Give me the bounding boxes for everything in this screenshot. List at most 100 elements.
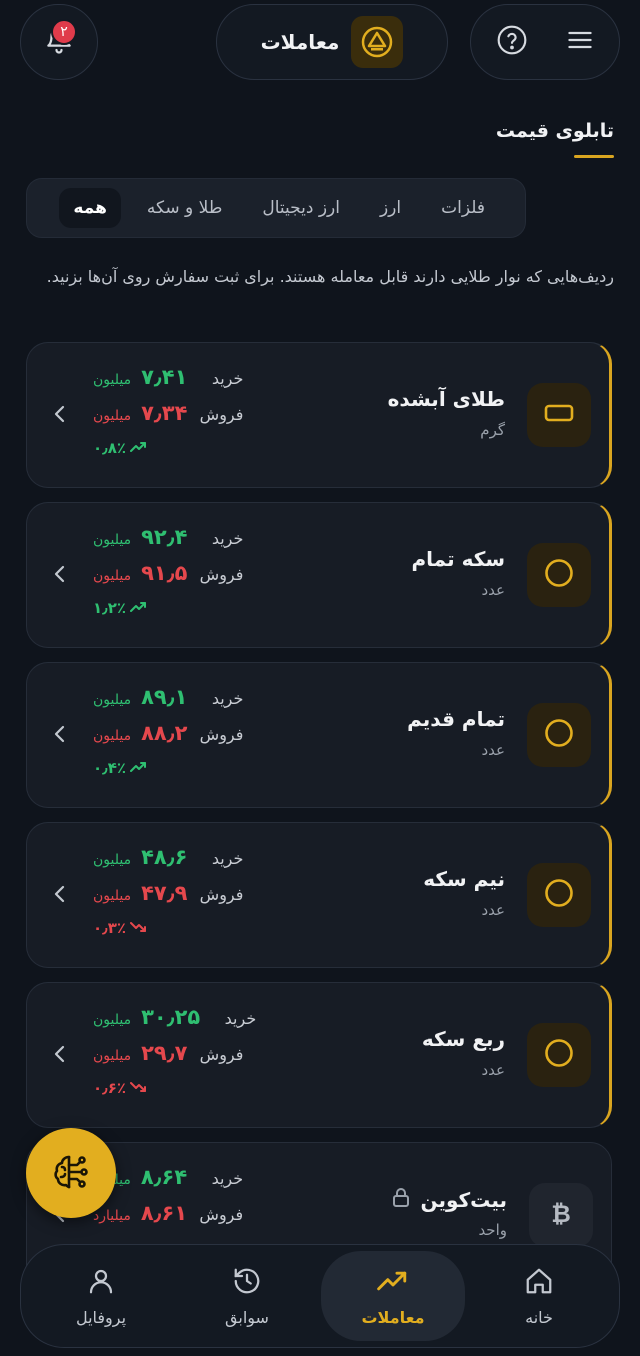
nav-home-label: خانه <box>525 1307 553 1327</box>
change-percent: ۰٫۳٪ <box>93 919 148 937</box>
history-icon <box>232 1266 262 1300</box>
asset-name: سکه تمام <box>412 547 505 571</box>
asset-name: تمام قدیم <box>407 707 505 731</box>
buy-price: ۹۲٫۴ <box>141 525 188 549</box>
nav-home[interactable]: خانه <box>469 1245 609 1347</box>
notifications-button[interactable]: ۲ <box>20 4 98 80</box>
header-title-pill: معاملات <box>216 4 448 80</box>
tab-crypto[interactable]: ارز دیجیتال <box>248 188 354 228</box>
sell-price: ۷٫۳۴ <box>141 401 188 425</box>
sell-label: فروش <box>199 1205 244 1224</box>
asset-name: ربع سکه <box>422 1027 505 1051</box>
asset-unit: گرم <box>480 421 505 439</box>
header-actions <box>470 4 620 80</box>
chevron-left-icon[interactable] <box>53 723 67 745</box>
nav-history-label: سوابق <box>225 1307 269 1327</box>
buy-row: خرید ۷٫۴۱ میلیون <box>93 365 243 389</box>
buy-price-unit: میلیون <box>93 372 132 388</box>
trending-up-icon <box>376 1266 410 1300</box>
tab-all[interactable]: همه <box>59 188 121 228</box>
sell-price-unit: میلیون <box>93 1048 132 1064</box>
page-header-title: معاملات <box>260 30 340 54</box>
section-title: تابلوی قیمت <box>495 120 614 142</box>
sell-row: فروش ۲۹٫۷ میلیون <box>93 1041 243 1065</box>
title-underline <box>574 155 614 158</box>
chevron-left-icon[interactable] <box>53 403 67 425</box>
asset-icon-box <box>527 863 591 927</box>
sell-price: ۸۸٫۲ <box>141 721 188 745</box>
buy-price-unit: میلیون <box>93 852 132 868</box>
asset-icon-box <box>527 703 591 767</box>
coin-icon <box>543 877 575 913</box>
ai-assistant-button[interactable] <box>26 1128 116 1218</box>
asset-icon-box <box>527 383 591 447</box>
chevron-left-icon[interactable] <box>53 1043 67 1065</box>
buy-price: ۷٫۴۱ <box>141 365 188 389</box>
menu-icon[interactable] <box>566 26 594 58</box>
tab-currency[interactable]: ارز <box>366 188 415 228</box>
nav-trades[interactable]: معاملات <box>321 1251 465 1341</box>
asset-name-text: تمام قدیم <box>407 707 505 731</box>
asset-unit: عدد <box>481 1061 505 1079</box>
bottom-navigation: خانه معاملات سوابق پروفایل <box>20 1244 620 1348</box>
trend-down-icon <box>130 919 148 937</box>
asset-icon-box <box>527 543 591 607</box>
change-value: ۰٫۴٪ <box>93 759 127 777</box>
asset-name: طلای آبشده <box>388 387 505 411</box>
buy-price: ۸۹٫۱ <box>141 685 188 709</box>
price-card[interactable]: ربع سکه عدد خرید ۳۰٫۲۵ میلیون فروش ۲۹٫۷ … <box>26 982 612 1128</box>
asset-icon-box <box>527 1023 591 1087</box>
trend-up-icon <box>130 599 148 617</box>
sell-label: فروش <box>199 565 244 584</box>
change-value: ۰٫۶٪ <box>93 1079 127 1097</box>
help-icon[interactable] <box>496 24 528 60</box>
asset-name-text: ربع سکه <box>421 1027 505 1051</box>
sell-price: ۹۱٫۵ <box>141 561 188 585</box>
nav-profile-label: پروفایل <box>75 1307 127 1327</box>
asset-unit: عدد <box>481 901 505 919</box>
change-value: ۰٫۸٪ <box>93 439 127 457</box>
chevron-left-icon[interactable] <box>53 563 67 585</box>
price-card[interactable]: سکه تمام عدد خرید ۹۲٫۴ میلیون فروش ۹۱٫۵ … <box>26 502 612 648</box>
price-card[interactable]: تمام قدیم عدد خرید ۸۹٫۱ میلیون فروش ۸۸٫۲… <box>26 662 612 808</box>
sell-price: ۲۹٫۷ <box>141 1041 188 1065</box>
buy-label: خرید <box>211 369 244 388</box>
app-logo-icon <box>351 16 404 68</box>
user-icon <box>86 1266 116 1300</box>
price-card[interactable]: طلای آبشده گرم خرید ۷٫۴۱ میلیون فروش ۷٫۳… <box>26 342 612 488</box>
sell-label: فروش <box>199 405 244 424</box>
chevron-left-icon[interactable] <box>53 883 67 905</box>
asset-name-text: بیت‌کوین <box>420 1187 507 1212</box>
buy-price-unit: میلیون <box>93 532 132 548</box>
sell-price-unit: میلیون <box>93 408 132 424</box>
asset-unit: واحد <box>478 1221 507 1239</box>
asset-unit: عدد <box>481 581 505 599</box>
trend-up-icon <box>130 759 148 777</box>
buy-label: خرید <box>211 849 244 868</box>
gold-bar-icon <box>544 403 574 427</box>
sell-row: فروش ۷٫۳۴ میلیون <box>93 401 243 425</box>
price-card[interactable]: نیم سکه عدد خرید ۴۸٫۶ میلیون فروش ۴۷٫۹ م… <box>26 822 612 968</box>
asset-icon-box: ₿ <box>529 1183 593 1247</box>
nav-profile[interactable]: پروفایل <box>31 1245 171 1347</box>
asset-unit: عدد <box>481 741 505 759</box>
asset-name: بیت‌کوین <box>392 1187 507 1212</box>
trend-up-icon <box>130 439 148 457</box>
change-value: ۰٫۳٪ <box>93 919 127 937</box>
asset-name: نیم سکه <box>423 867 505 891</box>
buy-row: خرید ۴۸٫۶ میلیون <box>93 845 243 869</box>
tab-gold-coin[interactable]: طلا و سکه <box>133 188 236 228</box>
tab-metals[interactable]: فلزات <box>427 188 499 228</box>
sell-price: ۴۷٫۹ <box>141 881 188 905</box>
change-value: ۱٫۲٪ <box>93 599 127 617</box>
coin-icon <box>543 557 575 593</box>
nav-history[interactable]: سوابق <box>177 1245 317 1347</box>
sell-row: فروش ۸۸٫۲ میلیون <box>93 721 243 745</box>
asset-name-text: سکه تمام <box>411 547 505 571</box>
sell-row: فروش ۴۷٫۹ میلیون <box>93 881 243 905</box>
buy-row: خرید ۹۲٫۴ میلیون <box>93 525 243 549</box>
buy-price: ۳۰٫۲۵ <box>141 1005 201 1029</box>
sell-label: فروش <box>199 725 244 744</box>
buy-price-unit: میلیون <box>93 692 132 708</box>
buy-label: خرید <box>211 1169 244 1188</box>
